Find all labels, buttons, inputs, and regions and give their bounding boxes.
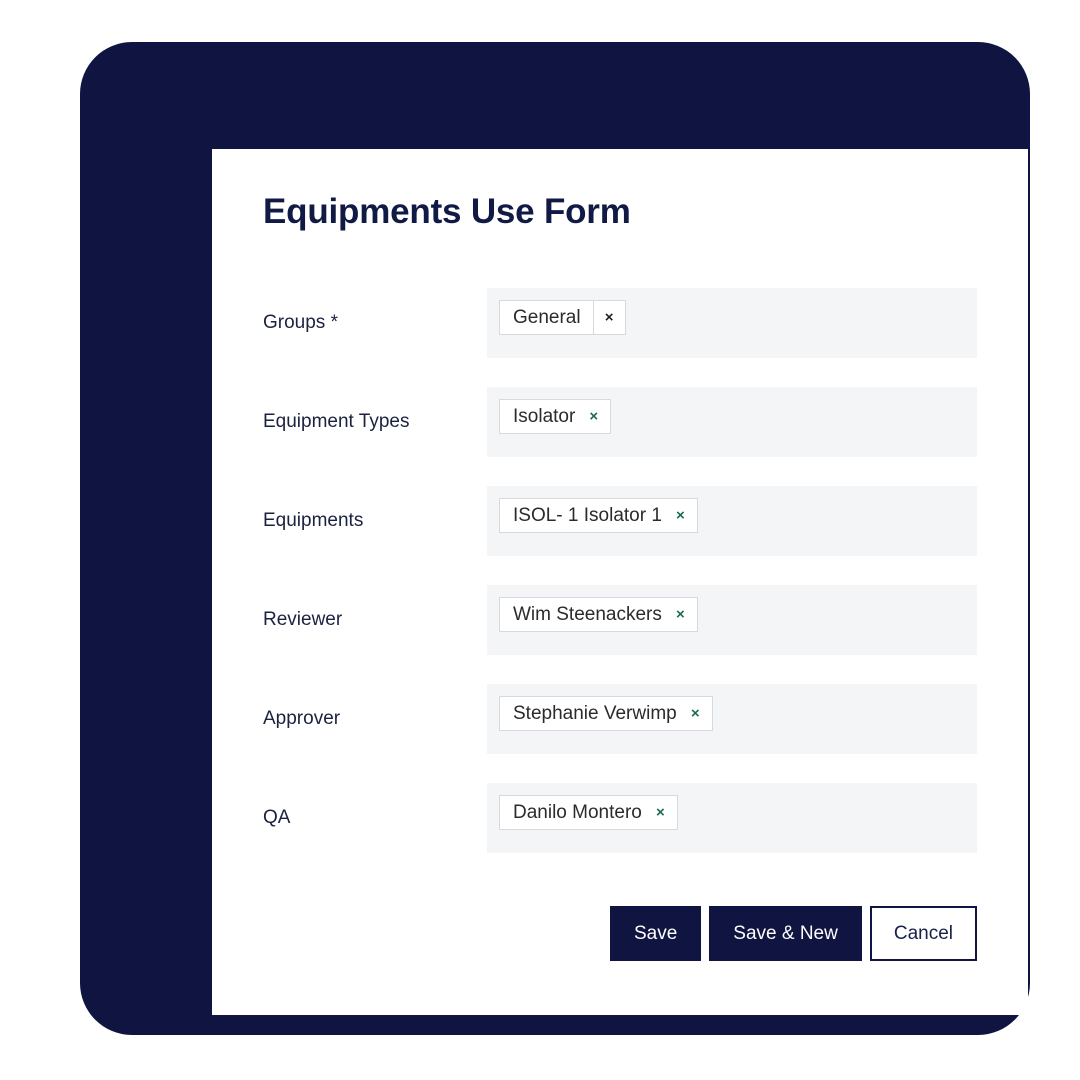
page-title: Equipments Use Form — [263, 192, 631, 231]
chip-stephanie-verwimp[interactable]: Stephanie Verwimp × — [499, 696, 713, 731]
chip-label: Wim Steenackers — [513, 604, 662, 625]
close-icon[interactable]: × — [664, 499, 697, 532]
field-input-reviewer[interactable]: Wim Steenackers × — [487, 585, 977, 655]
field-input-qa[interactable]: Danilo Montero × — [487, 783, 977, 853]
navy-frame: Equipments Use Form Groups * General × E… — [80, 42, 1030, 1035]
save-button[interactable]: Save — [609, 906, 702, 961]
form-actions: Save Save & New Cancel — [263, 906, 977, 961]
close-icon[interactable]: × — [592, 301, 625, 334]
field-label-approver: Approver — [263, 708, 341, 729]
field-label-groups: Groups * — [263, 312, 338, 333]
field-label-qa: QA — [263, 807, 291, 828]
field-row-groups: Groups * General × — [263, 288, 977, 358]
cancel-button[interactable]: Cancel — [869, 906, 977, 961]
field-row-equipments: Equipments ISOL- 1 Isolator 1 × — [263, 486, 977, 556]
field-label-reviewer: Reviewer — [263, 609, 343, 630]
form-fields: Groups * General × Equipment Types Isola… — [263, 288, 977, 882]
chip-danilo-montero[interactable]: Danilo Montero × — [499, 795, 678, 830]
field-row-qa: QA Danilo Montero × — [263, 783, 977, 853]
close-icon[interactable]: × — [664, 598, 697, 631]
close-icon[interactable]: × — [679, 697, 712, 730]
chip-label: ISOL- 1 Isolator 1 — [513, 505, 662, 526]
field-row-approver: Approver Stephanie Verwimp × — [263, 684, 977, 754]
chip-general[interactable]: General × — [499, 300, 626, 335]
field-label-equipment-types: Equipment Types — [263, 411, 410, 432]
chip-isol-1-isolator-1[interactable]: ISOL- 1 Isolator 1 × — [499, 498, 698, 533]
field-input-equipment-types[interactable]: Isolator × — [487, 387, 977, 457]
screenshot-stage: Equipments Use Form Groups * General × E… — [0, 0, 1080, 1080]
chip-isolator[interactable]: Isolator × — [499, 399, 612, 434]
field-input-equipments[interactable]: ISOL- 1 Isolator 1 × — [487, 486, 977, 556]
field-row-equipment-types: Equipment Types Isolator × — [263, 387, 977, 457]
chip-label: Isolator — [513, 406, 576, 427]
field-input-approver[interactable]: Stephanie Verwimp × — [487, 684, 977, 754]
chip-label: Stephanie Verwimp — [513, 703, 677, 724]
field-row-reviewer: Reviewer Wim Steenackers × — [263, 585, 977, 655]
form-panel: Equipments Use Form Groups * General × E… — [212, 149, 1028, 1015]
field-label-equipments: Equipments — [263, 510, 364, 531]
save-and-new-button[interactable]: Save & New — [709, 906, 862, 961]
chip-label: Danilo Montero — [513, 802, 642, 823]
chip-wim-steenackers[interactable]: Wim Steenackers × — [499, 597, 698, 632]
close-icon[interactable]: × — [577, 400, 610, 433]
field-input-groups[interactable]: General × — [487, 288, 977, 358]
close-icon[interactable]: × — [644, 796, 677, 829]
chip-label: General — [513, 307, 581, 328]
